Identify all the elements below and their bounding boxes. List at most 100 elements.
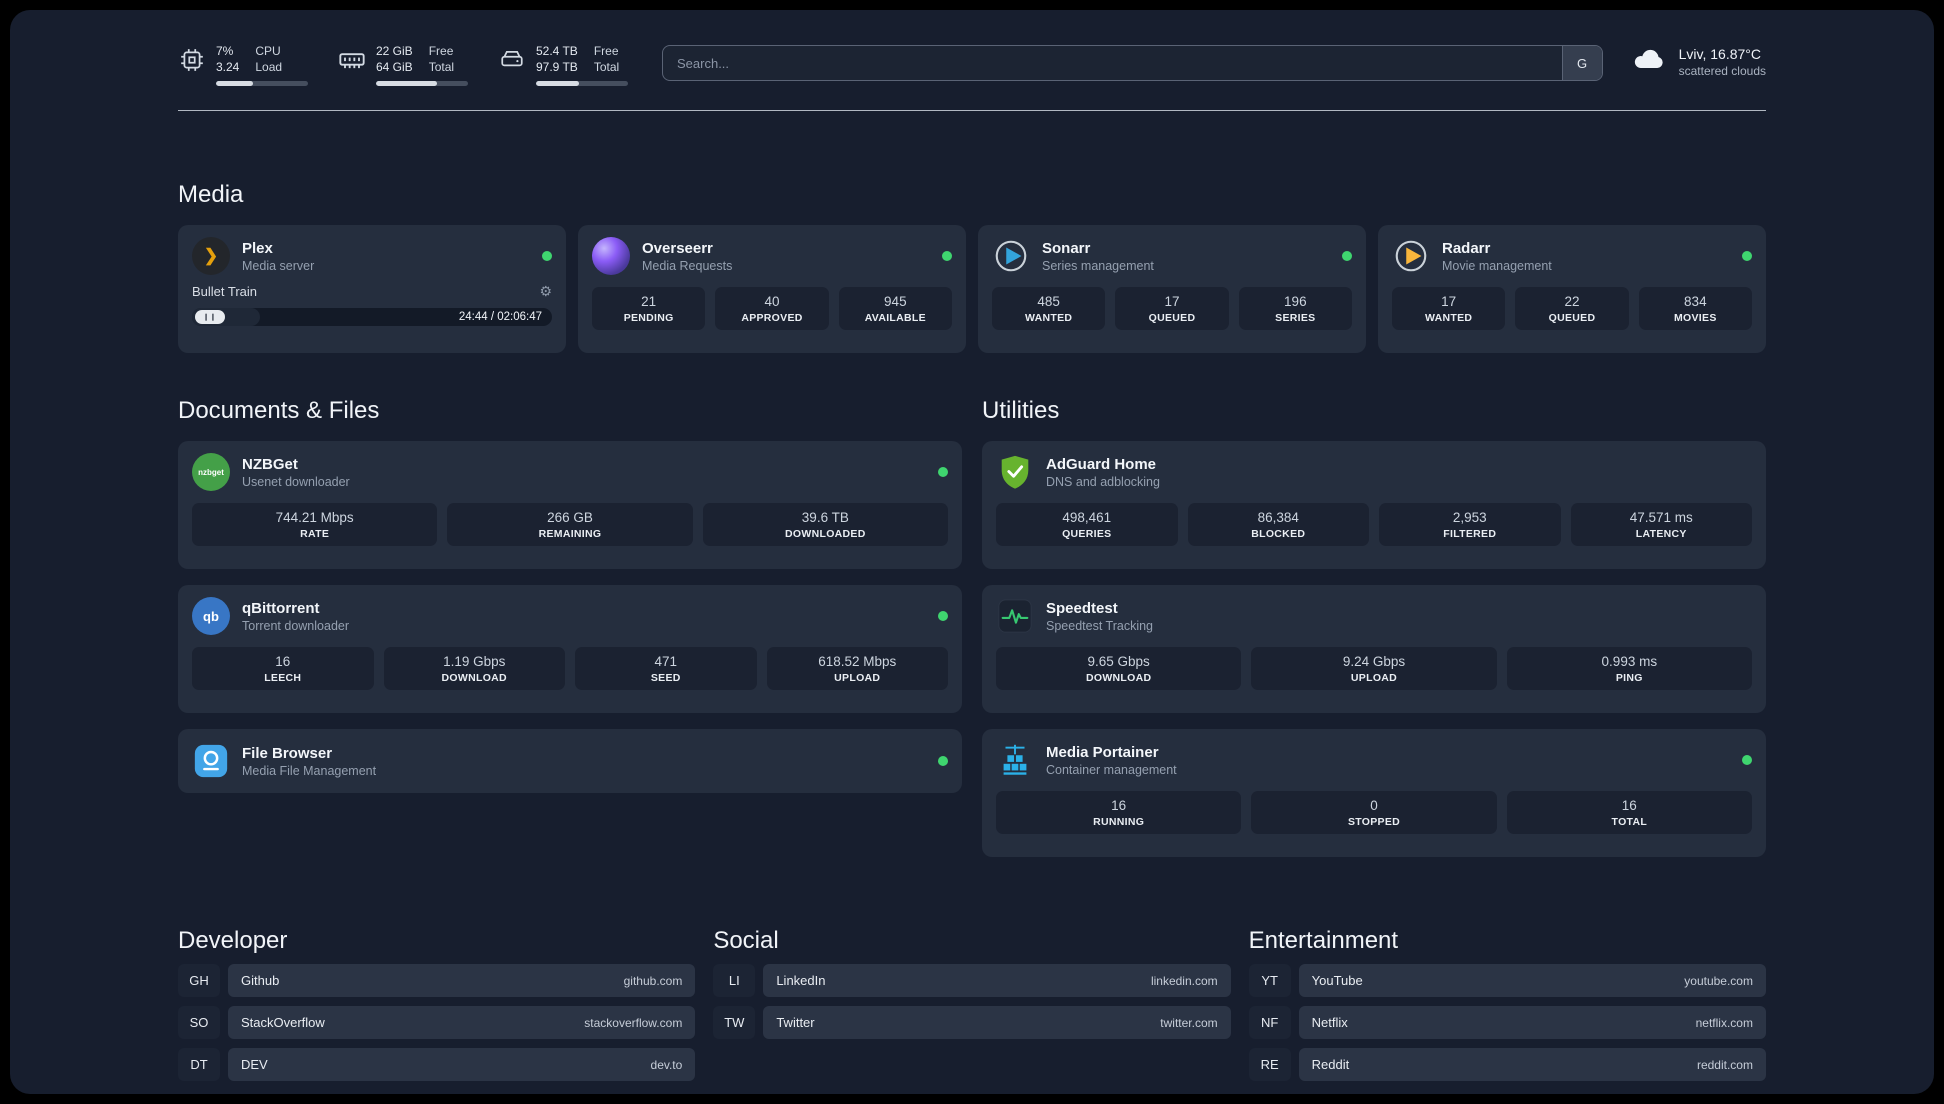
- ram-label-free: Free: [428, 44, 454, 58]
- portainer-icon: [996, 741, 1034, 779]
- utilities-heading: Utilities: [982, 397, 1060, 425]
- stat-filtered: 2,953 FILTERED: [1379, 503, 1561, 547]
- speedtest-icon: [996, 597, 1034, 635]
- bookmark-abbr: NF: [1248, 1006, 1291, 1040]
- playback-time: 24:44 / 02:06:47: [458, 311, 542, 324]
- playback-progress-bar[interactable]: ❙❙ 24:44 / 02:06:47: [192, 308, 552, 327]
- plex-icon: ❯: [192, 237, 230, 276]
- developer-heading: Developer: [178, 927, 288, 955]
- stat-upload: 618.52 Mbps UPLOAD: [766, 647, 948, 691]
- dashboard: 7% 3.24 CPU Load 22 GiB 64 GiB Free Tota…: [10, 10, 1934, 1094]
- cpu-widget: 7% 3.24 CPU Load: [178, 44, 308, 87]
- status-dot: [1742, 755, 1752, 766]
- documents-heading: Documents & Files: [178, 397, 380, 425]
- bookmark-abbr: GH: [178, 964, 220, 998]
- filebrowser-card[interactable]: File Browser Media File Management: [178, 729, 962, 794]
- stat-latency: 47.571 ms LATENCY: [1570, 503, 1752, 547]
- stat-ping: 0.993 ms PING: [1506, 647, 1752, 691]
- cpu-label: CPU: [255, 44, 281, 58]
- plex-card[interactable]: ❯ Plex Media server Bullet Train ⚙ ❙❙ 24…: [178, 225, 566, 354]
- stat-downloaded: 39.6 TB DOWNLOADED: [702, 503, 948, 547]
- bookmark-reddit[interactable]: RE Reddit reddit.com: [1248, 1048, 1766, 1082]
- status-dot: [938, 756, 948, 767]
- search-input[interactable]: [663, 46, 1562, 80]
- plex-subtitle: Media server: [242, 258, 315, 273]
- now-playing-title: Bullet Train: [192, 284, 258, 300]
- stat-wanted: 17 WANTED: [1392, 287, 1506, 331]
- ram-free: 22 GiB: [376, 44, 413, 58]
- bookmark-abbr: DT: [178, 1048, 220, 1082]
- adguard-card[interactable]: AdGuard Home DNS and adblocking 498,461 …: [982, 441, 1766, 570]
- media-heading: Media: [178, 181, 244, 209]
- bookmark-youtube[interactable]: YT YouTube youtube.com: [1248, 964, 1766, 998]
- bookmark-stackoverflow[interactable]: SO StackOverflow stackoverflow.com: [178, 1006, 696, 1040]
- radarr-card[interactable]: Radarr Movie management 17 WANTED 22 QUE…: [1378, 225, 1766, 354]
- nzbget-card[interactable]: nzbget NZBGet Usenet downloader 744.21 M…: [178, 441, 962, 570]
- bookmark-github[interactable]: GH Github github.com: [178, 964, 696, 998]
- overseerr-icon: [592, 237, 630, 276]
- disk-widget: 52.4 TB 97.9 TB Free Total: [498, 44, 628, 87]
- stat-wanted: 485 WANTED: [992, 287, 1106, 331]
- stat-remaining: 266 GB REMAINING: [447, 503, 693, 547]
- stat-stopped: 0 STOPPED: [1251, 791, 1497, 835]
- cpu-label2: Load: [255, 59, 283, 74]
- disk-progress-bar: [536, 81, 628, 87]
- stat-upload: 9.24 Gbps UPLOAD: [1251, 647, 1497, 691]
- disk-label-free: Free: [593, 44, 619, 58]
- disk-free: 52.4 TB: [536, 44, 578, 58]
- settings-gear-icon[interactable]: ⚙: [539, 283, 552, 300]
- cpu-icon: [178, 46, 206, 74]
- stat-download: 1.19 Gbps DOWNLOAD: [383, 647, 565, 691]
- bookmark-netflix[interactable]: NF Netflix netflix.com: [1248, 1006, 1766, 1040]
- cpu-loadavg: 3.24: [216, 59, 240, 74]
- ram-widget: 22 GiB 64 GiB Free Total: [338, 44, 468, 87]
- qbittorrent-icon: qb: [192, 597, 230, 636]
- stat-leech: 16 LEECH: [192, 647, 374, 691]
- search-bar: G: [662, 45, 1603, 81]
- search-engine-button[interactable]: G: [1561, 46, 1602, 80]
- topbar-divider: [178, 110, 1766, 112]
- stat-queries: 498,461 QUERIES: [996, 503, 1178, 547]
- bookmark-dev[interactable]: DT DEV dev.to: [178, 1048, 696, 1082]
- sonarr-card[interactable]: Sonarr Series management 485 WANTED 17 Q…: [978, 225, 1366, 354]
- ram-progress-bar: [376, 81, 468, 87]
- stat-approved: 40 APPROVED: [715, 287, 829, 331]
- disk-label-total: Total: [593, 59, 620, 74]
- weather-location: Lviv, 16.87°C: [1678, 45, 1761, 62]
- bookmark-abbr: TW: [713, 1006, 756, 1040]
- stat-available: 945 AVAILABLE: [838, 287, 952, 331]
- weather-widget[interactable]: Lviv, 16.87°C scattered clouds: [1631, 45, 1766, 78]
- status-dot: [542, 251, 552, 262]
- bookmark-abbr: LI: [713, 964, 756, 998]
- status-dot: [942, 251, 952, 262]
- bookmark-abbr: SO: [178, 1006, 220, 1040]
- status-dot: [1342, 251, 1352, 262]
- cpu-percent: 7%: [216, 44, 234, 58]
- stat-queued: 17 QUEUED: [1115, 287, 1229, 331]
- cpu-progress-bar: [216, 81, 308, 87]
- qbittorrent-card[interactable]: qb qBittorrent Torrent downloader 16 LEE…: [178, 585, 962, 714]
- adguard-icon: [996, 453, 1034, 491]
- memory-icon: [338, 46, 366, 74]
- bookmark-linkedin[interactable]: LI LinkedIn linkedin.com: [713, 964, 1231, 998]
- stat-series: 196 SERIES: [1238, 287, 1352, 331]
- pause-button[interactable]: ❙❙: [195, 310, 225, 325]
- stat-seed: 471 SEED: [575, 647, 757, 691]
- stat-queued: 22 QUEUED: [1515, 287, 1629, 331]
- bookmark-abbr: RE: [1248, 1048, 1291, 1082]
- stat-total: 16 TOTAL: [1506, 791, 1752, 835]
- status-dot: [938, 611, 948, 622]
- stat-download: 9.65 Gbps DOWNLOAD: [996, 647, 1242, 691]
- pause-icon: ❙❙: [203, 313, 217, 321]
- stat-running: 16 RUNNING: [996, 791, 1242, 835]
- portainer-card[interactable]: Media Portainer Container management 16 …: [982, 729, 1766, 858]
- entertainment-heading: Entertainment: [1248, 927, 1399, 955]
- stat-movies: 834 MOVIES: [1638, 287, 1752, 331]
- stat-rate: 744.21 Mbps RATE: [192, 503, 438, 547]
- bookmark-twitter[interactable]: TW Twitter twitter.com: [713, 1006, 1231, 1040]
- weather-condition: scattered clouds: [1678, 63, 1766, 78]
- social-heading: Social: [713, 927, 779, 955]
- stat-blocked: 86,384 BLOCKED: [1187, 503, 1369, 547]
- overseerr-card[interactable]: Overseerr Media Requests 21 PENDING 40 A…: [578, 225, 966, 354]
- speedtest-card[interactable]: Speedtest Speedtest Tracking 9.65 Gbps D…: [982, 585, 1766, 714]
